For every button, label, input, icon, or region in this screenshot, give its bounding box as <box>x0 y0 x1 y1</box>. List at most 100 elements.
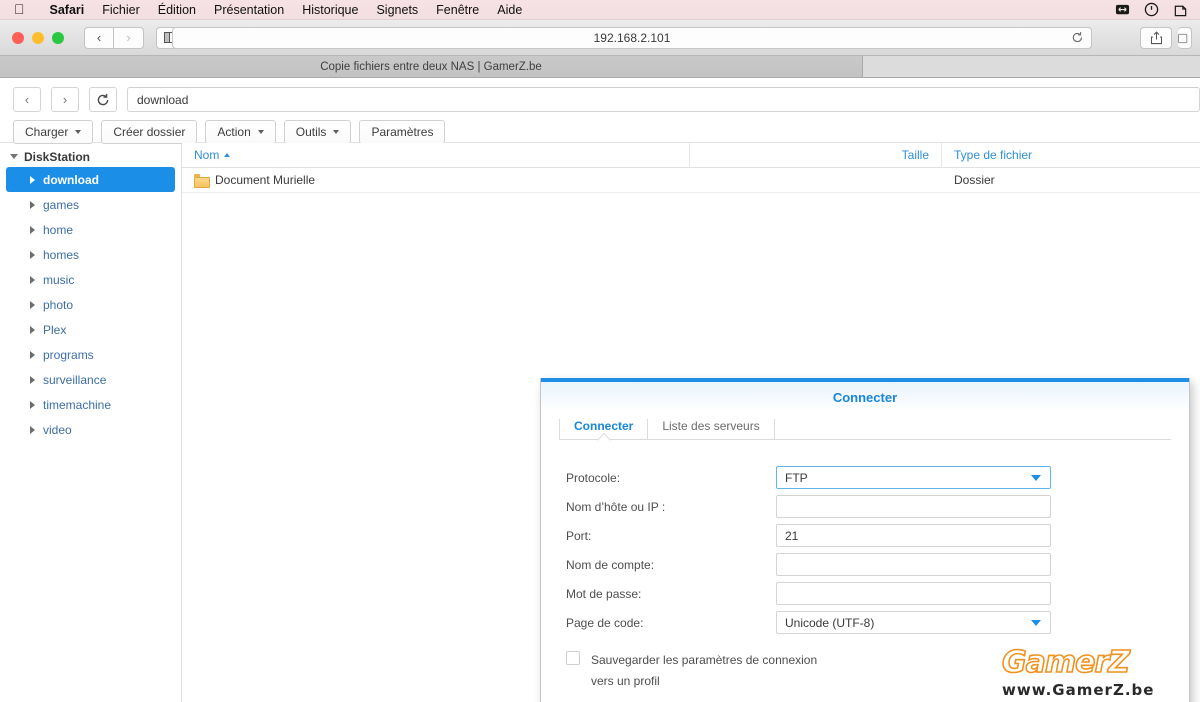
sort-ascending-icon <box>224 153 231 157</box>
filestation-forward-button[interactable]: › <box>51 87 79 112</box>
tree-root-diskstation[interactable]: DiskStation <box>0 146 181 167</box>
port-input[interactable]: 21 <box>776 524 1051 547</box>
menu-item-prsentation[interactable]: Présentation <box>205 3 293 17</box>
field-label: Nom de compte: <box>566 557 655 572</box>
browser-tab-bar: Copie fichiers entre deux NAS | GamerZ.b… <box>0 56 1200 78</box>
sidebar-item-label: photo <box>43 297 74 312</box>
toolbar-right-buttons <box>1140 27 1192 49</box>
chevron-right-icon[interactable] <box>30 200 35 209</box>
form-row: Nom de compte: <box>541 550 1189 579</box>
sidebar-item-homes[interactable]: homes <box>6 242 175 267</box>
chevron-right-icon[interactable] <box>30 275 35 284</box>
file-name-label: Document Murielle <box>215 173 316 187</box>
cell-name: Document Murielle <box>182 168 690 193</box>
minimize-button[interactable] <box>32 31 44 44</box>
tabs-overview-button[interactable] <box>1178 27 1192 49</box>
nomdhteouip-input[interactable] <box>776 495 1051 518</box>
browser-tab-active[interactable]: Copie fichiers entre deux NAS | GamerZ.b… <box>0 56 863 77</box>
sidebar-item-programs[interactable]: programs <box>6 342 175 367</box>
chevron-right-icon[interactable] <box>30 225 35 234</box>
nomdecompte-input[interactable] <box>776 553 1051 576</box>
zoom-button[interactable] <box>52 31 64 44</box>
chevron-right-icon[interactable] <box>30 325 35 334</box>
form-row: Nom d’hôte ou IP : <box>541 492 1189 521</box>
chevron-down-icon <box>257 130 264 134</box>
chevron-right-icon[interactable] <box>30 175 35 184</box>
chevron-right-icon[interactable] <box>30 300 35 309</box>
close-button[interactable] <box>12 31 24 44</box>
column-header-name-label: Nom <box>194 148 220 162</box>
table-row[interactable]: Document Murielle Dossier <box>182 168 1200 193</box>
field-label: Nom d’hôte ou IP : <box>566 499 666 514</box>
safari-toolbar: ‹ › 192.168.2.101 <box>0 20 1200 56</box>
browser-forward-button[interactable]: › <box>114 26 144 49</box>
menu-item-fichier[interactable]: Fichier <box>93 3 149 17</box>
reload-icon[interactable] <box>1071 31 1084 49</box>
menu-item-dition[interactable]: Édition <box>149 3 205 17</box>
menu-item-safari[interactable]: Safari <box>41 3 94 17</box>
sidebar-item-timemachine[interactable]: timemachine <box>6 392 175 417</box>
share-icon[interactable] <box>1140 27 1172 49</box>
apple-menu-icon[interactable]:  <box>14 2 25 16</box>
motdepasse-input[interactable] <box>776 582 1051 605</box>
safari-window: ‹ › 192.168.2.101 Copie fichiers entre d <box>0 20 1200 702</box>
field-label: Mot de passe: <box>566 586 642 601</box>
sidebar-item-photo[interactable]: photo <box>6 292 175 317</box>
chevron-down-icon[interactable] <box>1031 474 1041 481</box>
dialog-tab-listedesserveurs[interactable]: Liste des serveurs <box>648 419 775 440</box>
sidebar-item-games[interactable]: games <box>6 192 175 217</box>
menu-item-fentre[interactable]: Fenêtre <box>427 3 488 17</box>
dialog-tab-connecter[interactable]: Connecter <box>559 419 649 440</box>
save-profile-checkbox[interactable] <box>566 651 580 665</box>
sidebar-item-download[interactable]: download <box>6 167 175 192</box>
notification-center-icon[interactable] <box>1173 2 1188 17</box>
menu-item-historique[interactable]: Historique <box>293 3 367 17</box>
sidebar-item-plex[interactable]: Plex <box>6 317 175 342</box>
chevron-right-icon[interactable] <box>30 400 35 409</box>
chevron-right-icon[interactable] <box>30 425 35 434</box>
toolbar-button-paramtres[interactable]: Paramètres <box>359 120 446 144</box>
toolbar-button-crerdossier[interactable]: Créer dossier <box>101 120 198 144</box>
sidebar-item-surveillance[interactable]: surveillance <box>6 367 175 392</box>
column-header-name[interactable]: Nom <box>182 142 690 168</box>
toolbar-button-charger[interactable]: Charger <box>13 120 94 144</box>
chevron-down-icon[interactable] <box>1031 619 1041 626</box>
file-station-action-buttons: Charger Créer dossier Action Outils Paramètr… <box>0 112 1200 144</box>
dialog-title: Connecter <box>541 382 1189 412</box>
column-header-type[interactable]: Type de fichier <box>942 143 1200 168</box>
chevron-right-icon[interactable] <box>30 375 35 384</box>
save-profile-checkbox-row[interactable]: Sauvegarder les paramètres de connexion … <box>541 650 1189 692</box>
select-value: Unicode (UTF-8) <box>785 615 875 630</box>
sidebar-item-label: surveillance <box>43 372 107 387</box>
sidebar-item-home[interactable]: home <box>6 217 175 242</box>
cell-type: Dossier <box>954 173 995 187</box>
chevron-right-icon[interactable] <box>30 250 35 259</box>
menu-item-aide[interactable]: Aide <box>488 3 531 17</box>
refresh-icon[interactable] <box>89 87 117 112</box>
chevron-right-icon[interactable] <box>30 350 35 359</box>
sidebar-item-label: games <box>43 197 80 212</box>
path-input[interactable]: download <box>127 87 1200 112</box>
toolbar-button-action[interactable]: Action <box>205 120 276 144</box>
menu-items: Safari Fichier Édition Présentation Historiq… <box>41 3 532 17</box>
protocole-select[interactable]: FTP <box>776 466 1051 489</box>
form-row: Mot de passe: <box>541 579 1189 608</box>
browser-back-button[interactable]: ‹ <box>84 26 114 49</box>
filestation-back-button[interactable]: ‹ <box>13 87 41 112</box>
sidebar-item-label: video <box>43 422 72 437</box>
toolbar-button-outils[interactable]: Outils <box>283 120 352 144</box>
sidebar-item-video[interactable]: video <box>6 417 175 442</box>
sidebar-item-music[interactable]: music <box>6 267 175 292</box>
display-mirroring-icon[interactable] <box>1115 2 1130 17</box>
pagedecode-select[interactable]: Unicode (UTF-8) <box>776 611 1051 634</box>
address-bar-url: 192.168.2.101 <box>593 31 671 45</box>
folder-icon <box>194 174 210 188</box>
tab-title: Copie fichiers entre deux NAS | GamerZ.b… <box>320 60 542 73</box>
column-header-size[interactable]: Taille <box>690 142 942 168</box>
clock-icon[interactable] <box>1144 2 1159 17</box>
address-bar[interactable]: 192.168.2.101 <box>172 27 1092 49</box>
menu-item-signets[interactable]: Signets <box>367 3 427 17</box>
toolbar-button-label: Outils <box>295 125 327 139</box>
file-station-page: ‹ › download Charger Créer dossier Action O… <box>0 78 1200 702</box>
file-list-rows: Document Murielle Dossier <box>182 168 1200 193</box>
